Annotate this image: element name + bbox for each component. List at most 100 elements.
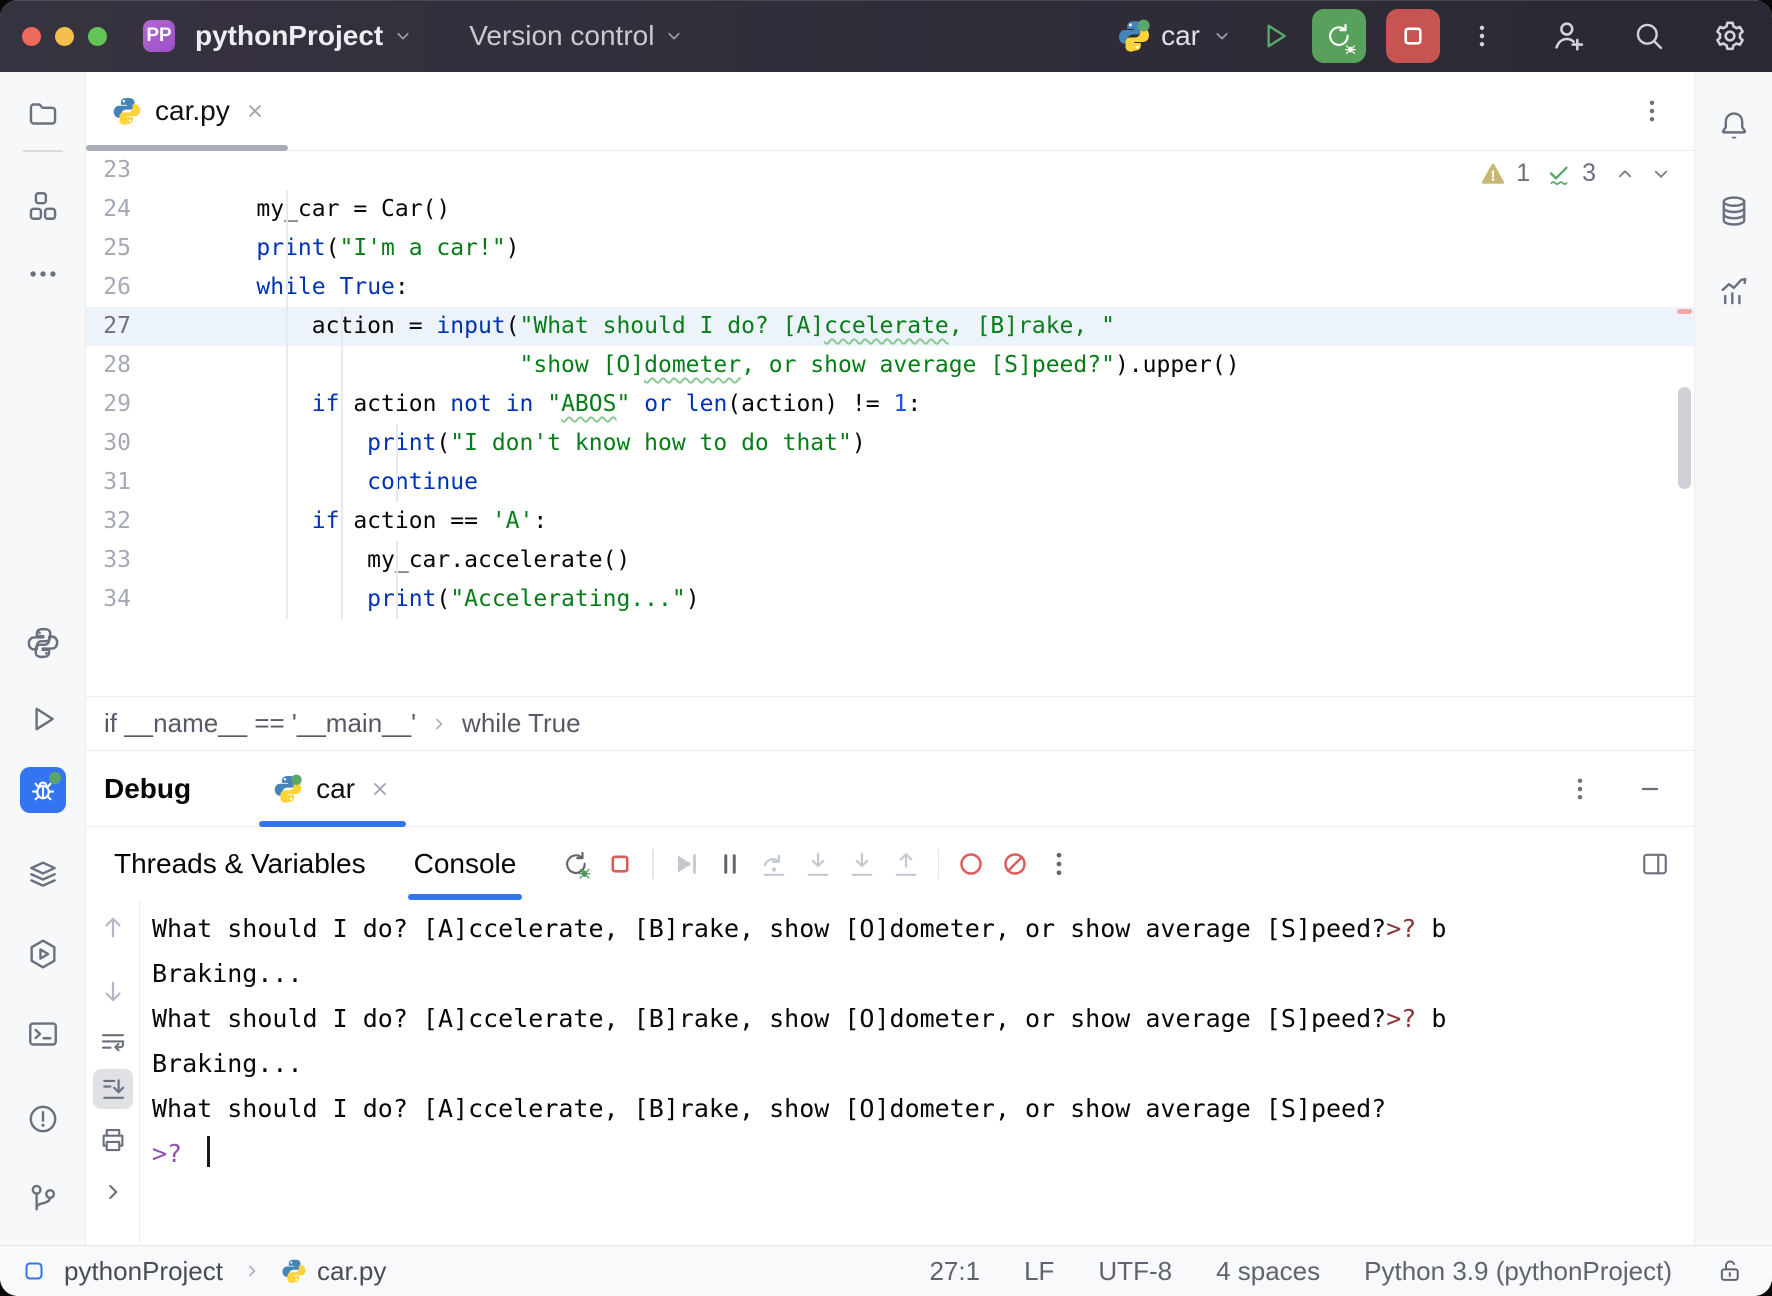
lock-button[interactable] <box>1716 1257 1744 1285</box>
scroll-to-end-button[interactable] <box>93 1069 133 1109</box>
console-line: Braking... <box>152 951 1694 996</box>
rerun-debugger-button[interactable] <box>554 843 598 885</box>
step-into-button[interactable] <box>796 843 840 885</box>
code-line-27[interactable]: 27 action = input("What should I do? [A]… <box>86 307 1694 346</box>
layout-settings-button[interactable] <box>1640 849 1670 879</box>
next-occurrence-button[interactable] <box>93 972 133 1012</box>
line-number[interactable]: 24 <box>86 190 201 229</box>
python-packages-tool-button[interactable] <box>20 620 66 666</box>
tab-console[interactable]: Console <box>404 827 527 900</box>
close-icon[interactable] <box>243 99 267 123</box>
code-line-24[interactable]: 24 my_car = Car() <box>86 190 1694 229</box>
code-line-30[interactable]: 30 print("I don't know how to do that") <box>86 424 1694 463</box>
structure-tool-button[interactable] <box>20 183 66 229</box>
code-line-32[interactable]: 32 if action == 'A': <box>86 502 1694 541</box>
breadcrumb-item[interactable]: while True <box>462 708 581 739</box>
structure-icon <box>26 189 60 223</box>
run-button[interactable] <box>1258 19 1292 53</box>
force-step-into-button[interactable] <box>840 843 884 885</box>
line-number[interactable]: 26 <box>86 268 201 307</box>
status-widget-python-3.9-pythonproject-[interactable]: Python 3.9 (pythonProject) <box>1364 1256 1672 1287</box>
vcs-menu-button[interactable]: Version control <box>463 19 692 53</box>
resume-button[interactable] <box>664 843 708 885</box>
python-console-tool-button[interactable] <box>20 931 66 977</box>
database-tool-button[interactable] <box>1711 188 1757 234</box>
notifications-tool-button[interactable] <box>1711 103 1757 149</box>
breadcrumb-item[interactable]: if __name__ == '__main__' <box>104 708 416 739</box>
expand-gutter-button[interactable] <box>93 1172 133 1212</box>
code-line-23[interactable]: 23 <box>86 151 1694 190</box>
tab-options-button[interactable] <box>1632 96 1672 126</box>
line-number[interactable]: 28 <box>86 346 201 385</box>
line-number[interactable]: 32 <box>86 502 201 541</box>
console-output[interactable]: What should I do? [A]ccelerate, [B]rake,… <box>140 900 1694 1245</box>
debug-tool-button[interactable] <box>20 767 66 813</box>
titlebar-more-button[interactable] <box>1468 22 1496 50</box>
settings-button[interactable] <box>1712 18 1748 54</box>
chevron-down-icon <box>391 24 415 48</box>
code-line-34[interactable]: 34 print("Accelerating...") <box>86 580 1694 619</box>
code-line-26[interactable]: 26 while True: <box>86 268 1694 307</box>
line-number[interactable]: 30 <box>86 424 201 463</box>
problems-tool-button[interactable] <box>20 1096 66 1142</box>
prev-occurrence-button[interactable] <box>93 907 133 947</box>
version-control-tool-button[interactable] <box>20 1175 66 1221</box>
project-menu-button[interactable]: pythonProject <box>189 19 421 53</box>
code-with-me-button[interactable] <box>1550 18 1586 54</box>
code-line-25[interactable]: 25 print("I'm a car!") <box>86 229 1694 268</box>
status-widget-27-1[interactable]: 27:1 <box>929 1256 980 1287</box>
step-over-button[interactable] <box>752 843 796 885</box>
status-widget-4-spaces[interactable]: 4 spaces <box>1216 1256 1320 1287</box>
services-tool-button[interactable] <box>20 851 66 897</box>
line-number[interactable]: 23 <box>86 151 201 190</box>
prev-problem-button[interactable] <box>1612 161 1638 187</box>
status-widget-utf-8[interactable]: UTF-8 <box>1098 1256 1172 1287</box>
line-number[interactable]: 29 <box>86 385 201 424</box>
line-number[interactable]: 25 <box>86 229 201 268</box>
step-out-button[interactable] <box>884 843 928 885</box>
search-everywhere-button[interactable] <box>1632 19 1666 53</box>
code-line-31[interactable]: 31 continue <box>86 463 1694 502</box>
status-project-button[interactable]: pythonProject <box>58 1255 229 1288</box>
close-icon[interactable] <box>368 777 392 801</box>
stop-icon <box>605 849 635 879</box>
line-number[interactable]: 34 <box>86 580 201 619</box>
close-window-button[interactable] <box>22 27 41 46</box>
view-breakpoints-button[interactable] <box>949 843 993 885</box>
project-tool-button[interactable] <box>20 91 66 137</box>
stop-button[interactable] <box>598 843 642 885</box>
soft-wrap-button[interactable] <box>93 1022 133 1062</box>
more-tool-windows-button[interactable] <box>20 251 66 297</box>
bell-icon <box>1717 109 1751 143</box>
code-line-33[interactable]: 33 my_car.accelerate() <box>86 541 1694 580</box>
hide-panel-button[interactable] <box>1636 775 1664 803</box>
debug-more-button[interactable] <box>1037 843 1081 885</box>
tab-car-py[interactable]: car.py <box>86 72 293 150</box>
line-number[interactable]: 33 <box>86 541 201 580</box>
status-file-button[interactable]: car.py <box>275 1255 392 1288</box>
code-editor[interactable]: 2324 my_car = Car()25 print("I'm a car!"… <box>86 151 1694 696</box>
code-line-28[interactable]: 28 "show [O]dometer, or show average [S]… <box>86 346 1694 385</box>
debug-session-tab[interactable]: car <box>249 751 416 826</box>
print-console-button[interactable] <box>93 1120 133 1160</box>
stop-process-button[interactable] <box>1386 9 1440 63</box>
code-line-29[interactable]: 29 if action not in "ABOS" or len(action… <box>86 385 1694 424</box>
zoom-window-button[interactable] <box>88 27 107 46</box>
plots-tool-button[interactable] <box>1711 268 1757 314</box>
debug-options-button[interactable] <box>1566 775 1594 803</box>
inspections-widget[interactable]: 1 3 <box>1480 159 1674 188</box>
run-tool-button[interactable] <box>20 696 66 742</box>
status-widget-lf[interactable]: LF <box>1024 1256 1054 1287</box>
minimize-window-button[interactable] <box>55 27 74 46</box>
line-number[interactable]: 27 <box>86 307 201 346</box>
tab-threads-variables[interactable]: Threads & Variables <box>104 827 376 900</box>
error-stripe-mark[interactable] <box>1677 309 1692 314</box>
rerun-debug-button[interactable] <box>1312 9 1366 63</box>
line-number[interactable]: 31 <box>86 463 201 502</box>
next-problem-button[interactable] <box>1648 161 1674 187</box>
run-config-selector[interactable]: car <box>1111 18 1240 54</box>
mute-breakpoints-button[interactable] <box>993 843 1037 885</box>
pause-button[interactable] <box>708 843 752 885</box>
terminal-tool-button[interactable] <box>20 1011 66 1057</box>
editor-scrollbar[interactable] <box>1678 387 1691 489</box>
